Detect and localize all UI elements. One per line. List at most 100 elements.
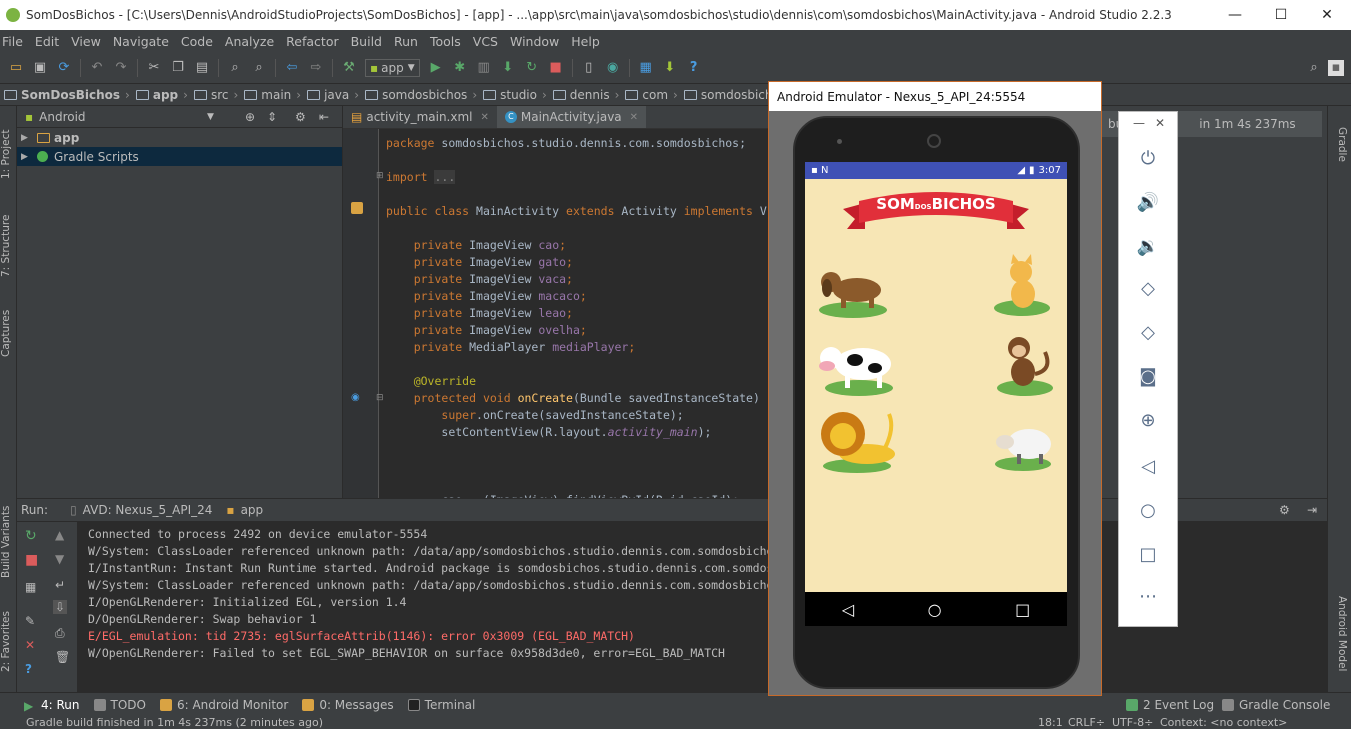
volume-down-icon[interactable]: 🔉 [1119, 236, 1177, 257]
menu-navigate[interactable]: Navigate [113, 34, 169, 49]
code-content[interactable]: package somdosbichos.studio.dennis.com.s… [386, 135, 767, 509]
open-folder-icon[interactable]: ▭ [8, 60, 24, 76]
monkey-image-button[interactable] [995, 332, 1057, 398]
overview-icon[interactable]: □ [1119, 544, 1177, 565]
dog-image-button[interactable] [815, 260, 895, 320]
project-structure-icon[interactable]: ▦ [638, 60, 654, 76]
power-icon[interactable]: ⏻ [1119, 148, 1177, 169]
undo-icon[interactable]: ↶ [89, 60, 105, 76]
breadcrumb-item[interactable]: main › [244, 88, 301, 102]
run-tab-app[interactable]: ▪ app [226, 503, 263, 517]
rotate-right-icon[interactable]: ◇ [1119, 322, 1177, 343]
soft-wrap-icon[interactable]: ↵ [55, 578, 65, 592]
rotate-left-icon[interactable]: ◇ [1119, 278, 1177, 299]
menu-edit[interactable]: Edit [35, 34, 59, 49]
pin-icon[interactable]: ✎ [25, 614, 35, 628]
zoom-icon[interactable]: ⊕ [1119, 410, 1177, 431]
apply-changes-icon[interactable]: ↻ [524, 60, 540, 76]
close-tab-icon[interactable]: ✕ [630, 112, 638, 123]
help-icon[interactable]: ? [686, 60, 702, 76]
rerun-icon[interactable]: ↻ [25, 528, 37, 544]
copy-icon[interactable]: ❐ [170, 60, 186, 76]
menu-tools[interactable]: Tools [430, 34, 461, 49]
tab-main-activity-java[interactable]: C MainActivity.java ✕ [496, 106, 647, 128]
save-icon[interactable]: ▣ [32, 60, 48, 76]
close-icon[interactable]: ✕ [1155, 116, 1165, 130]
tab-event-log[interactable]: 2 Event Log [1126, 698, 1214, 712]
help-icon[interactable]: ? [25, 662, 32, 676]
minimize-button[interactable]: — [1212, 0, 1258, 30]
code-editor[interactable]: ▤ activity_main.xml ✕ C MainActivity.java… [343, 106, 768, 507]
up-arrow-icon[interactable]: ▲ [55, 528, 64, 542]
cat-image-button[interactable] [991, 254, 1053, 318]
expand-icon[interactable]: ▶ [21, 133, 33, 143]
tab-favorites[interactable]: 2: Favorites [0, 611, 17, 673]
tab-messages[interactable]: 0: Messages [302, 698, 394, 712]
close-button[interactable]: ✕ [1304, 0, 1350, 30]
debug-icon[interactable]: ✱ [452, 60, 468, 76]
breadcrumb-item[interactable]: dennis › [552, 88, 619, 102]
cow-image-button[interactable] [815, 334, 899, 398]
tab-build-variants[interactable]: Build Variants [0, 502, 17, 582]
fold-icon[interactable]: ⊟ [376, 393, 384, 403]
overview-icon[interactable]: □ [1015, 600, 1030, 619]
cut-icon[interactable]: ✂ [146, 60, 162, 76]
profile-icon[interactable]: ▥ [476, 60, 492, 76]
search-icon[interactable]: ⌕ [1306, 60, 1322, 76]
tab-activity-main-xml[interactable]: ▤ activity_main.xml ✕ [343, 106, 497, 128]
hide-icon[interactable]: ⇤ [319, 110, 329, 124]
chevron-down-icon[interactable]: ▼ [207, 112, 214, 122]
stop-icon[interactable]: ■ [548, 60, 564, 76]
override-marker-icon[interactable]: ◉ [351, 392, 360, 403]
menu-run[interactable]: Run [394, 34, 418, 49]
sdk-manager-icon[interactable]: ◉ [605, 60, 621, 76]
locate-icon[interactable]: ⊕ [245, 110, 255, 124]
more-icon[interactable]: ⋯ [1119, 586, 1177, 607]
menu-help[interactable]: Help [571, 34, 600, 49]
menu-code[interactable]: Code [181, 34, 213, 49]
run-tab-avd[interactable]: ▯ AVD: Nexus_5_API_24 [70, 503, 212, 517]
implements-marker-icon[interactable] [351, 202, 363, 214]
paste-icon[interactable]: ▤ [194, 60, 210, 76]
scroll-to-end-icon[interactable]: ⇩ [53, 600, 68, 614]
menu-window[interactable]: Window [510, 34, 559, 49]
menu-analyze[interactable]: Analyze [225, 34, 274, 49]
volume-up-icon[interactable]: 🔊 [1119, 192, 1177, 213]
breadcrumb-item[interactable]: com › [625, 88, 678, 102]
expand-icon[interactable]: ▶ [21, 152, 33, 162]
tab-run[interactable]: ▶ 4: Run [24, 698, 80, 713]
forward-arrow-icon[interactable]: ⇨ [308, 60, 324, 76]
stop-icon[interactable]: ■ [25, 552, 38, 568]
breadcrumb-item[interactable]: somdosbichos› [365, 88, 477, 102]
maximize-button[interactable]: ☐ [1258, 0, 1304, 30]
menu-vcs[interactable]: VCS [473, 34, 498, 49]
menu-refactor[interactable]: Refactor [286, 34, 338, 49]
avd-manager-icon[interactable]: ▯ [581, 60, 597, 76]
sheep-image-button[interactable] [993, 420, 1055, 472]
caret-position[interactable]: 18:1 [1038, 716, 1063, 729]
breadcrumb-item[interactable]: src › [193, 88, 238, 102]
down-arrow-icon[interactable]: ▼ [55, 552, 64, 566]
camera-icon[interactable]: ◙ [1119, 366, 1177, 387]
breadcrumb-item[interactable]: java › [307, 88, 359, 102]
fold-icon[interactable]: ⊞ [376, 171, 384, 181]
hide-icon[interactable]: ⇥ [1307, 503, 1317, 517]
home-icon[interactable]: ○ [1119, 500, 1177, 521]
menu-view[interactable]: View [71, 34, 101, 49]
find-icon[interactable]: ⌕ [227, 60, 243, 76]
clear-icon[interactable]: 🗑 [55, 650, 70, 664]
file-encoding[interactable]: UTF-8÷ [1112, 716, 1153, 729]
breadcrumb-item[interactable]: app › [135, 88, 188, 102]
sync-icon[interactable]: ⟳ [56, 60, 72, 76]
back-icon[interactable]: ◁ [842, 600, 854, 619]
home-icon[interactable]: ○ [928, 600, 942, 619]
tab-android-monitor[interactable]: 6: Android Monitor [159, 698, 288, 712]
phone-screen[interactable]: ▪ N ◢ ▮ 3:07 SOMDOSBICHOS [805, 162, 1067, 622]
replace-icon[interactable]: ⌕ [251, 60, 267, 76]
close-tab-icon[interactable]: ✕ [481, 112, 489, 123]
tab-captures[interactable]: Captures [0, 303, 17, 363]
run-icon[interactable]: ▶ [428, 60, 444, 76]
run-config-select[interactable]: ▪ app ▼ [365, 58, 420, 77]
tab-android-model[interactable]: Android Model [1331, 584, 1348, 684]
line-separator[interactable]: CRLF÷ [1068, 716, 1105, 729]
